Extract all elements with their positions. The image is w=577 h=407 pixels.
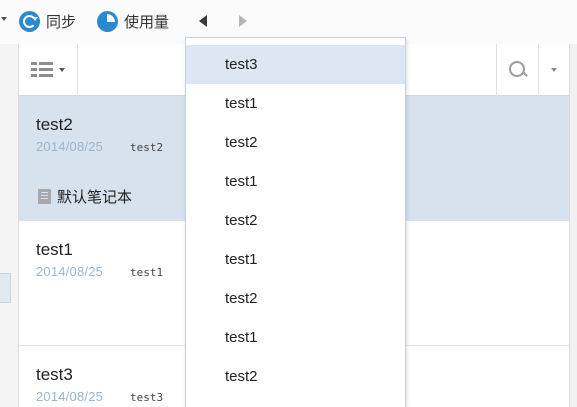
- search-options-button[interactable]: [538, 44, 569, 96]
- usage-label: 使用量: [124, 13, 170, 31]
- dropdown-item[interactable]: test3: [186, 45, 405, 84]
- note-date: 2014/08/25: [36, 389, 104, 404]
- dropdown-item[interactable]: test1: [186, 318, 405, 357]
- list-view-icon: [31, 62, 55, 78]
- dropdown-item[interactable]: test2: [186, 357, 405, 396]
- note-snippet: test3: [130, 391, 164, 404]
- back-arrow-icon[interactable]: [199, 15, 207, 27]
- search-button[interactable]: [496, 44, 538, 96]
- chevron-down-icon: [551, 68, 557, 72]
- dropdown-item[interactable]: test2: [186, 279, 405, 318]
- sync-icon: [19, 10, 40, 32]
- note-notebook: 默认笔记本: [38, 186, 132, 207]
- right-panel-edge: [569, 44, 577, 407]
- dropdown-item[interactable]: test1: [186, 84, 405, 123]
- history-dropdown: test3 test1 test2 test1 test2 test1 test2 test1…: [185, 37, 406, 407]
- chevron-down-icon: [59, 68, 65, 72]
- view-mode-button[interactable]: [19, 44, 78, 96]
- notebook-name: 默认笔记本: [57, 189, 133, 206]
- sidebar-collapsed: [0, 44, 19, 407]
- sync-button[interactable]: 同步: [19, 10, 76, 32]
- note-title: test1: [36, 240, 73, 259]
- note-title: test3: [36, 365, 73, 384]
- dropdown-item[interactable]: test2: [186, 201, 405, 240]
- notebook-icon: [38, 189, 51, 204]
- note-title: test2: [36, 115, 73, 134]
- history-dropdown-list: test3 test1 test2 test1 test2 test1 test2 test1…: [186, 38, 405, 396]
- note-snippet: test1: [130, 266, 164, 279]
- forward-arrow-icon[interactable]: [239, 15, 247, 27]
- sidebar-tab[interactable]: [0, 273, 11, 303]
- sync-label: 同步: [46, 13, 77, 31]
- dropdown-item[interactable]: test1: [186, 240, 405, 279]
- dropdown-item[interactable]: test1: [186, 162, 405, 201]
- note-snippet: test2: [130, 141, 164, 154]
- note-date: 2014/08/25: [36, 264, 104, 279]
- search-icon: [508, 61, 527, 79]
- chevron-down-icon[interactable]: [1, 17, 7, 21]
- dropdown-item[interactable]: test2: [186, 123, 405, 162]
- pie-chart-icon: [97, 10, 118, 32]
- note-date: 2014/08/25: [36, 139, 104, 154]
- usage-button[interactable]: 使用量: [97, 10, 169, 32]
